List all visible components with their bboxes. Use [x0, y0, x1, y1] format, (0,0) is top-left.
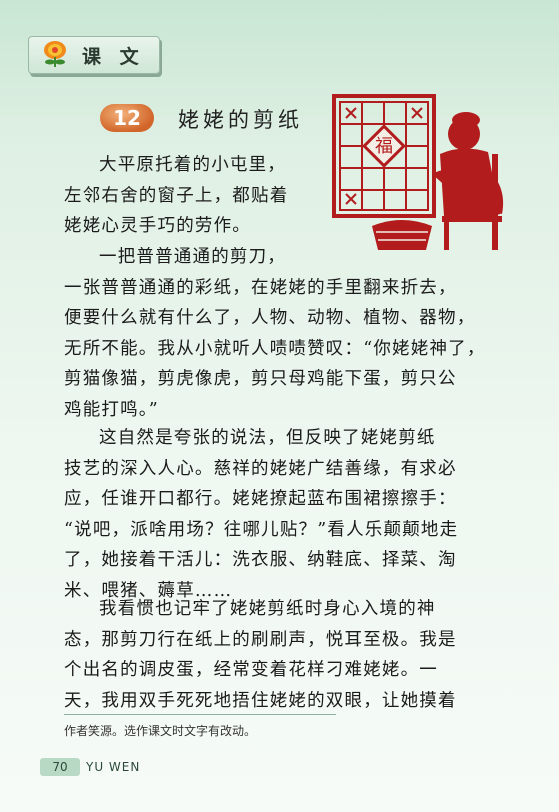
lesson-title: 姥姥的剪纸 — [178, 108, 303, 132]
lesson-number-badge: 12 — [100, 104, 154, 132]
section-title: 课 文 — [82, 46, 145, 68]
paragraph-1: 大平原托着的小屯里， 左邻右舍的窗子上，都贴着 姥姥心灵手巧的劳作。 — [64, 155, 289, 236]
paragraph-4: 我看惯也记牢了姥姥剪纸时身心入境的神 态，那剪刀行在纸上的刷刷声，悦耳至极。我是… — [64, 599, 457, 711]
paragraph-2: 一把普普通通的剪刀， 一张普普通通的彩纸，在姥姥的手里翻来折去， 便要什么就有什… — [64, 247, 486, 420]
book-label: YU WEN — [86, 760, 141, 774]
footnote-divider — [64, 714, 336, 715]
page-number: 70 — [40, 758, 80, 776]
paragraph-3: 这自然是夸张的说法，但反映了姥姥剪纸 技艺的深入人心。慈祥的姥姥广结善缘，有求必… — [64, 428, 459, 601]
footnote: 作者笑源。选作课文时文字有改动。 — [64, 724, 257, 738]
flower-icon — [44, 41, 66, 67]
